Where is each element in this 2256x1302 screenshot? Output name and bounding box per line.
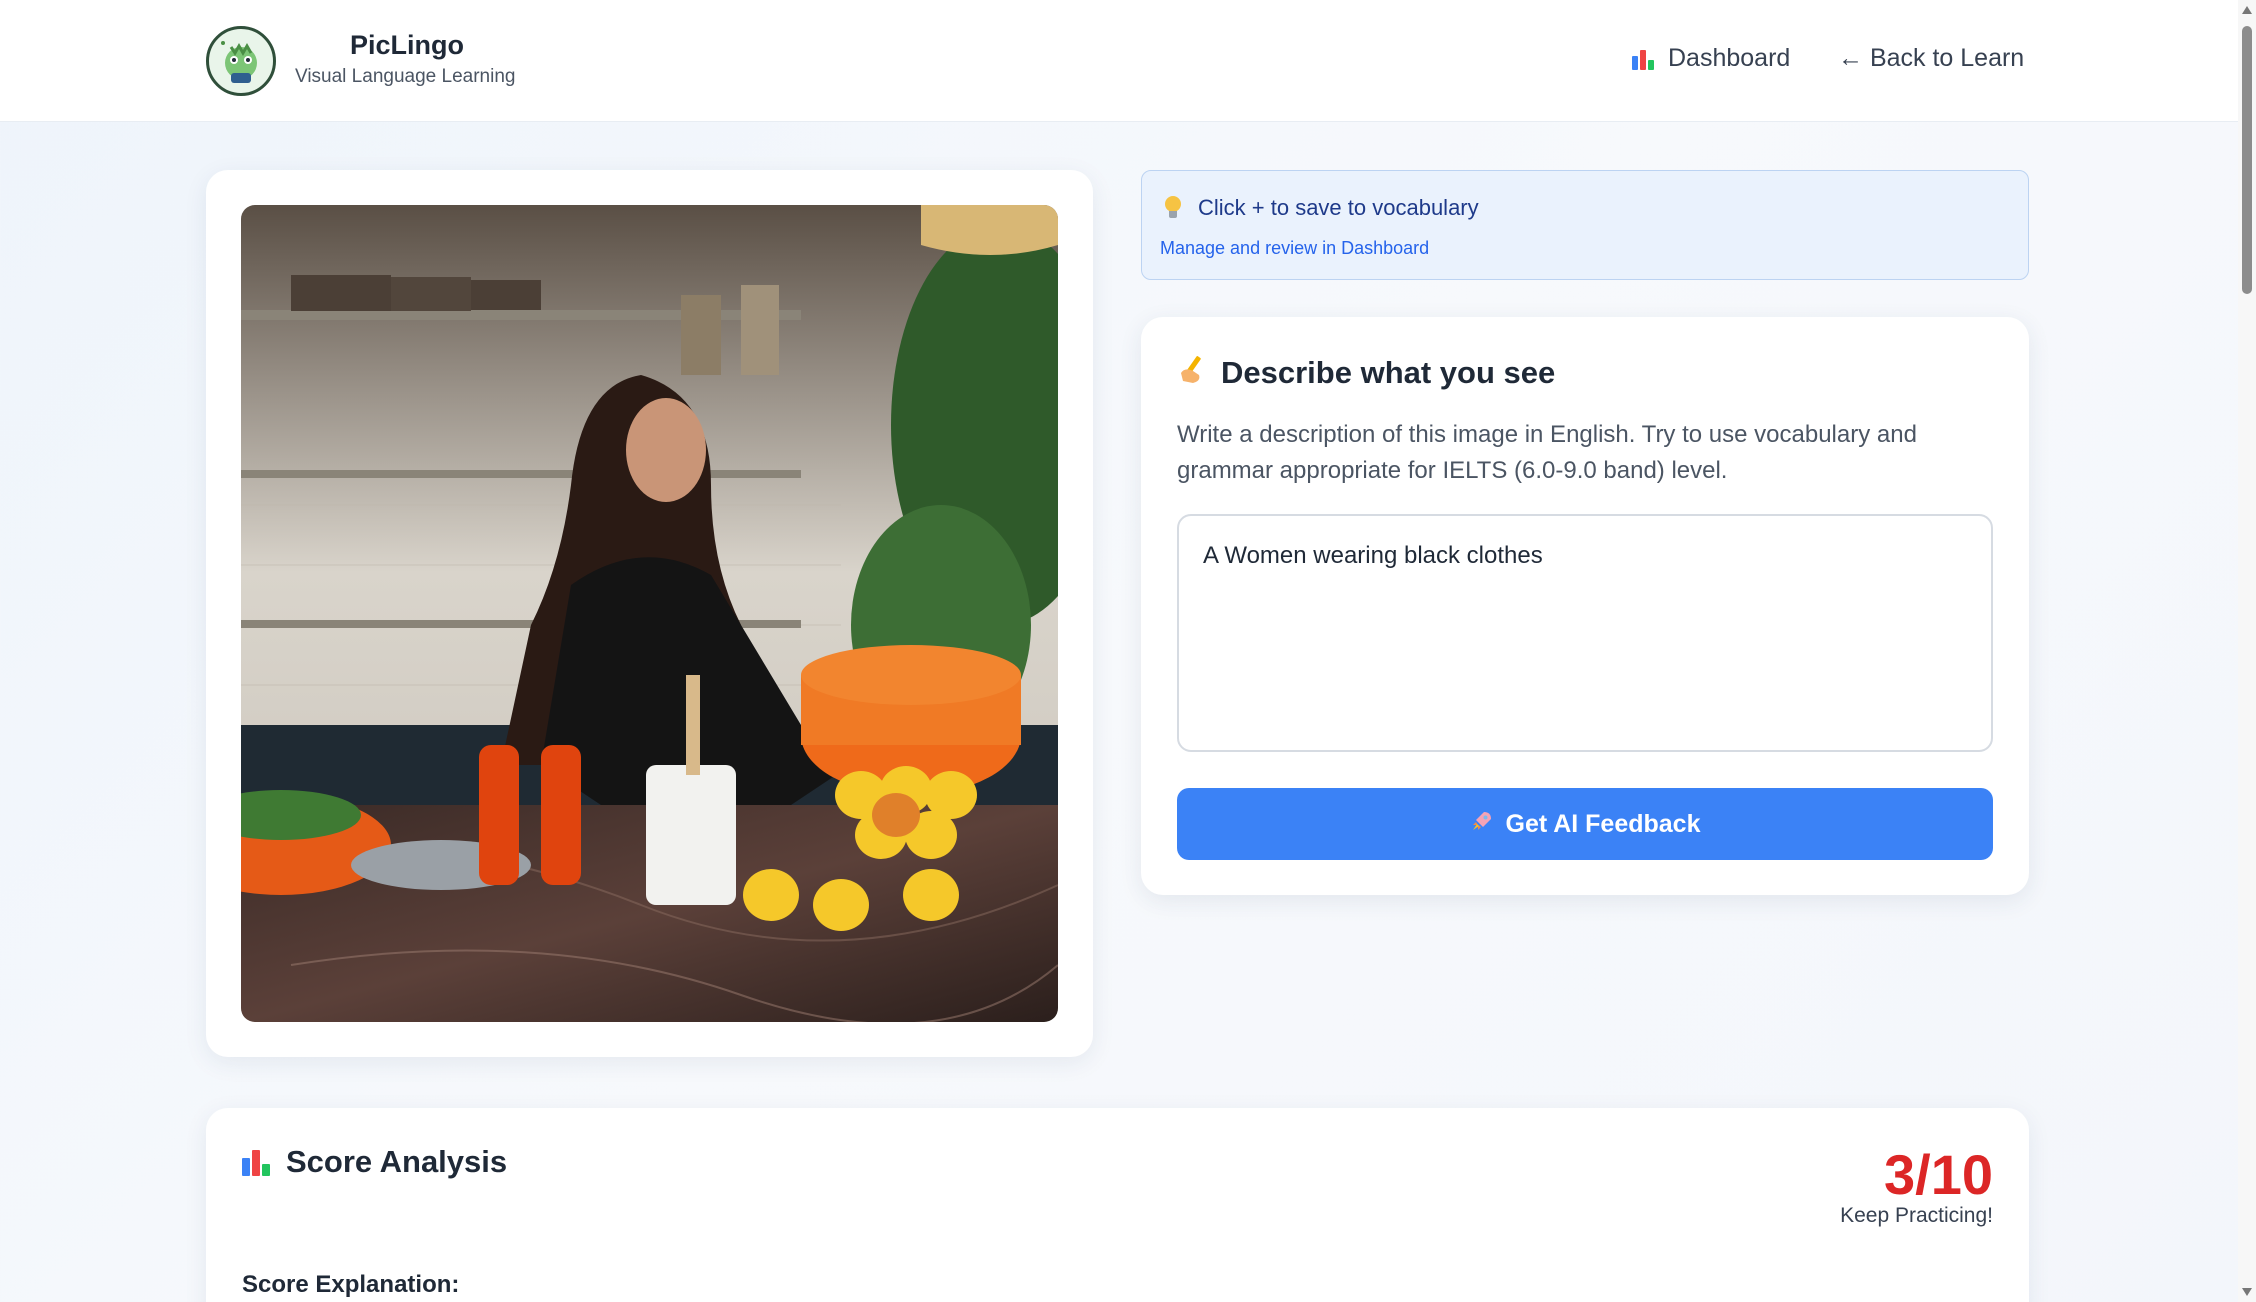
lightbulb-icon xyxy=(1164,196,1182,220)
brand-tagline: Visual Language Learning xyxy=(295,66,516,87)
brand-name: PicLingo xyxy=(350,30,464,60)
score-explanation-label: Score Explanation: xyxy=(242,1271,460,1298)
writing-hand-icon xyxy=(1177,353,1209,393)
describe-card: Describe what you see Write a descriptio… xyxy=(1141,317,2029,895)
get-ai-feedback-button[interactable]: Get AI Feedback xyxy=(1177,788,1993,860)
score-value: 3/10 xyxy=(1884,1143,1993,1206)
score-analysis-card: Score Analysis 3/10 Keep Practicing! Sco… xyxy=(206,1108,2029,1302)
rocket-icon xyxy=(1470,809,1494,839)
score-note: Keep Practicing! xyxy=(1840,1204,1993,1227)
nav-dashboard-link[interactable]: Dashboard xyxy=(1632,44,1790,73)
nav-dashboard-label: Dashboard xyxy=(1668,44,1791,72)
learning-photo xyxy=(241,205,1058,1022)
page-scrollbar[interactable] xyxy=(2238,0,2256,1302)
app-header: PicLingo Visual Language Learning Dashbo… xyxy=(0,0,2238,122)
tip-title-row: Click + to save to vocabulary xyxy=(1164,195,1479,221)
scroll-thumb[interactable] xyxy=(2242,26,2252,294)
logo-icon[interactable] xyxy=(206,26,276,96)
image-card xyxy=(206,170,1093,1057)
score-title: Score Analysis xyxy=(286,1144,508,1179)
scroll-down-arrow-icon[interactable] xyxy=(2242,1288,2252,1296)
tip-subtitle: Manage and review in Dashboard xyxy=(1160,238,1430,258)
describe-title: Describe what you see xyxy=(1221,355,1556,390)
score-title-row: Score Analysis xyxy=(242,1144,507,1180)
describe-instructions: Write a description of this image in Eng… xyxy=(1177,421,1917,484)
bar-chart-icon xyxy=(242,1148,272,1176)
vocabulary-tip: Click + to save to vocabulary Manage and… xyxy=(1141,170,2029,280)
tip-title: Click + to save to vocabulary xyxy=(1198,195,1479,220)
describe-title-row: Describe what you see xyxy=(1177,353,1555,393)
scroll-up-arrow-icon[interactable] xyxy=(2242,6,2252,14)
nav-back-label: ← Back to Learn xyxy=(1838,44,2025,72)
feedback-button-label: Get AI Feedback xyxy=(1505,809,1701,838)
description-input[interactable]: A Women wearing black clothes xyxy=(1177,514,1993,752)
nav-back-link[interactable]: ← Back to Learn xyxy=(1838,44,2024,73)
bar-chart-icon xyxy=(1632,48,1656,70)
